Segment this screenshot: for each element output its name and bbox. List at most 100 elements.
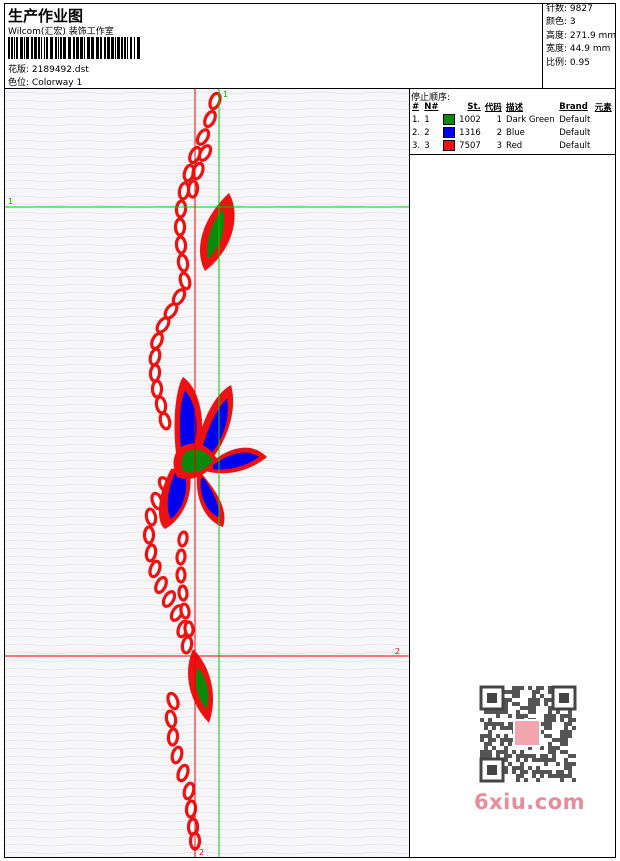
barcode-bar [46,37,48,59]
qr-module [480,750,484,754]
pattern-line: 花版: 2189492.dst [8,62,89,75]
qr-module [516,754,520,758]
stop-stitches-value: 7507 [459,141,481,151]
barcode-bar [41,37,42,59]
qr-module [508,690,512,694]
stitches-stat: 针数: 9827 [546,3,616,16]
qr-module [488,718,492,722]
stop-index: 3. [412,140,421,151]
qr-module [520,770,524,774]
qr-module [524,778,528,782]
color-swatch [443,127,456,138]
qr-module [540,686,544,690]
qr-module [552,718,556,722]
qr-module [540,774,544,778]
qr-module [504,738,508,742]
qr-module [504,770,508,774]
design-canvas[interactable]: 1 1 2 2 [5,89,410,857]
barcode-bar [127,37,128,59]
qr-module [512,750,516,754]
watermark-text: 6xiu.com [474,790,586,814]
qr-module [528,710,532,714]
green-vertical-guide-label: 1 [223,90,228,99]
col-brand: Brand [559,101,588,112]
stop-row[interactable]: 2. 2 1316 2 Blue Default [410,126,614,139]
barcode-bar [34,37,37,59]
qr-finder-center [559,693,569,703]
qr-module [532,690,536,694]
col-index: # [412,101,420,112]
qr-module [552,758,556,762]
barcode-bar [134,37,135,59]
qr-module [560,738,564,742]
stop-brand: Default [559,127,591,138]
qr-module [504,754,508,758]
qr-module [560,714,564,718]
qr-module [560,718,564,722]
qr-module [516,686,520,690]
colorway-line: 色位: Colorway 1 [8,75,82,88]
green-horizontal-guide-label: 1 [8,197,13,206]
barcode-bar [100,37,102,59]
qr-module [544,714,548,718]
qr-module [544,702,548,706]
barcode-bar [80,37,83,59]
qr-module [508,714,512,718]
stop-row[interactable]: 1. 1 1002 1 Dark Green Default [410,113,614,126]
width-stat: 宽度: 44.9 mm [546,43,616,56]
col-needle: N# [424,101,439,112]
qr-module [536,686,540,690]
qr-module [544,762,548,766]
qr-module [528,766,532,770]
qr-module [552,714,556,718]
qr-module [508,726,512,730]
qr-module [568,714,572,718]
qr-module [548,714,552,718]
qr-module [492,710,496,714]
color-swatch [443,114,456,125]
qr-module [496,710,500,714]
qr-module [504,706,508,710]
chain-link [175,566,187,584]
qr-module [548,690,552,694]
height-label: 高度: [546,30,568,41]
qr-module [512,686,516,690]
qr-module [504,750,508,754]
stop-table-header: # N# St. 代码 描述 Brand 元素 [410,100,614,113]
qr-module [520,766,524,770]
pattern-label: 花版: [8,65,30,75]
width-value: 44.9 mm [569,44,611,55]
qr-module [548,770,552,774]
qr-module [480,754,484,758]
stop-brand: Default [559,114,591,125]
barcode-bar [11,37,13,59]
qr-module [520,762,524,766]
qr-module [564,758,568,762]
qr-module [556,770,560,774]
barcode-bar [87,37,90,59]
qr-module [548,726,552,730]
qr-module [548,698,552,702]
barcode-bar [8,37,10,59]
qr-module [508,754,512,758]
qr-module [564,730,568,734]
height-value: 271.9 mm [569,30,617,41]
barcode-bar [76,37,79,59]
qr-module [564,734,568,738]
scale-value: 0.95 [569,57,590,68]
qr-module [568,710,572,714]
qr-module [504,734,508,738]
page-title: 生产作业图 [8,7,84,25]
qr-module [528,698,532,702]
stop-brand: Default [559,140,591,151]
qr-module [568,730,572,734]
qr-module [536,778,540,782]
qr-module [564,722,568,726]
qr-module [488,734,492,738]
qr-module [548,750,552,754]
barcode-bar [14,37,15,59]
qr-module [524,770,528,774]
stop-row[interactable]: 3. 3 7507 3 Red Default [410,139,614,152]
stop-description: Blue [506,127,525,138]
qr-module [560,778,564,782]
